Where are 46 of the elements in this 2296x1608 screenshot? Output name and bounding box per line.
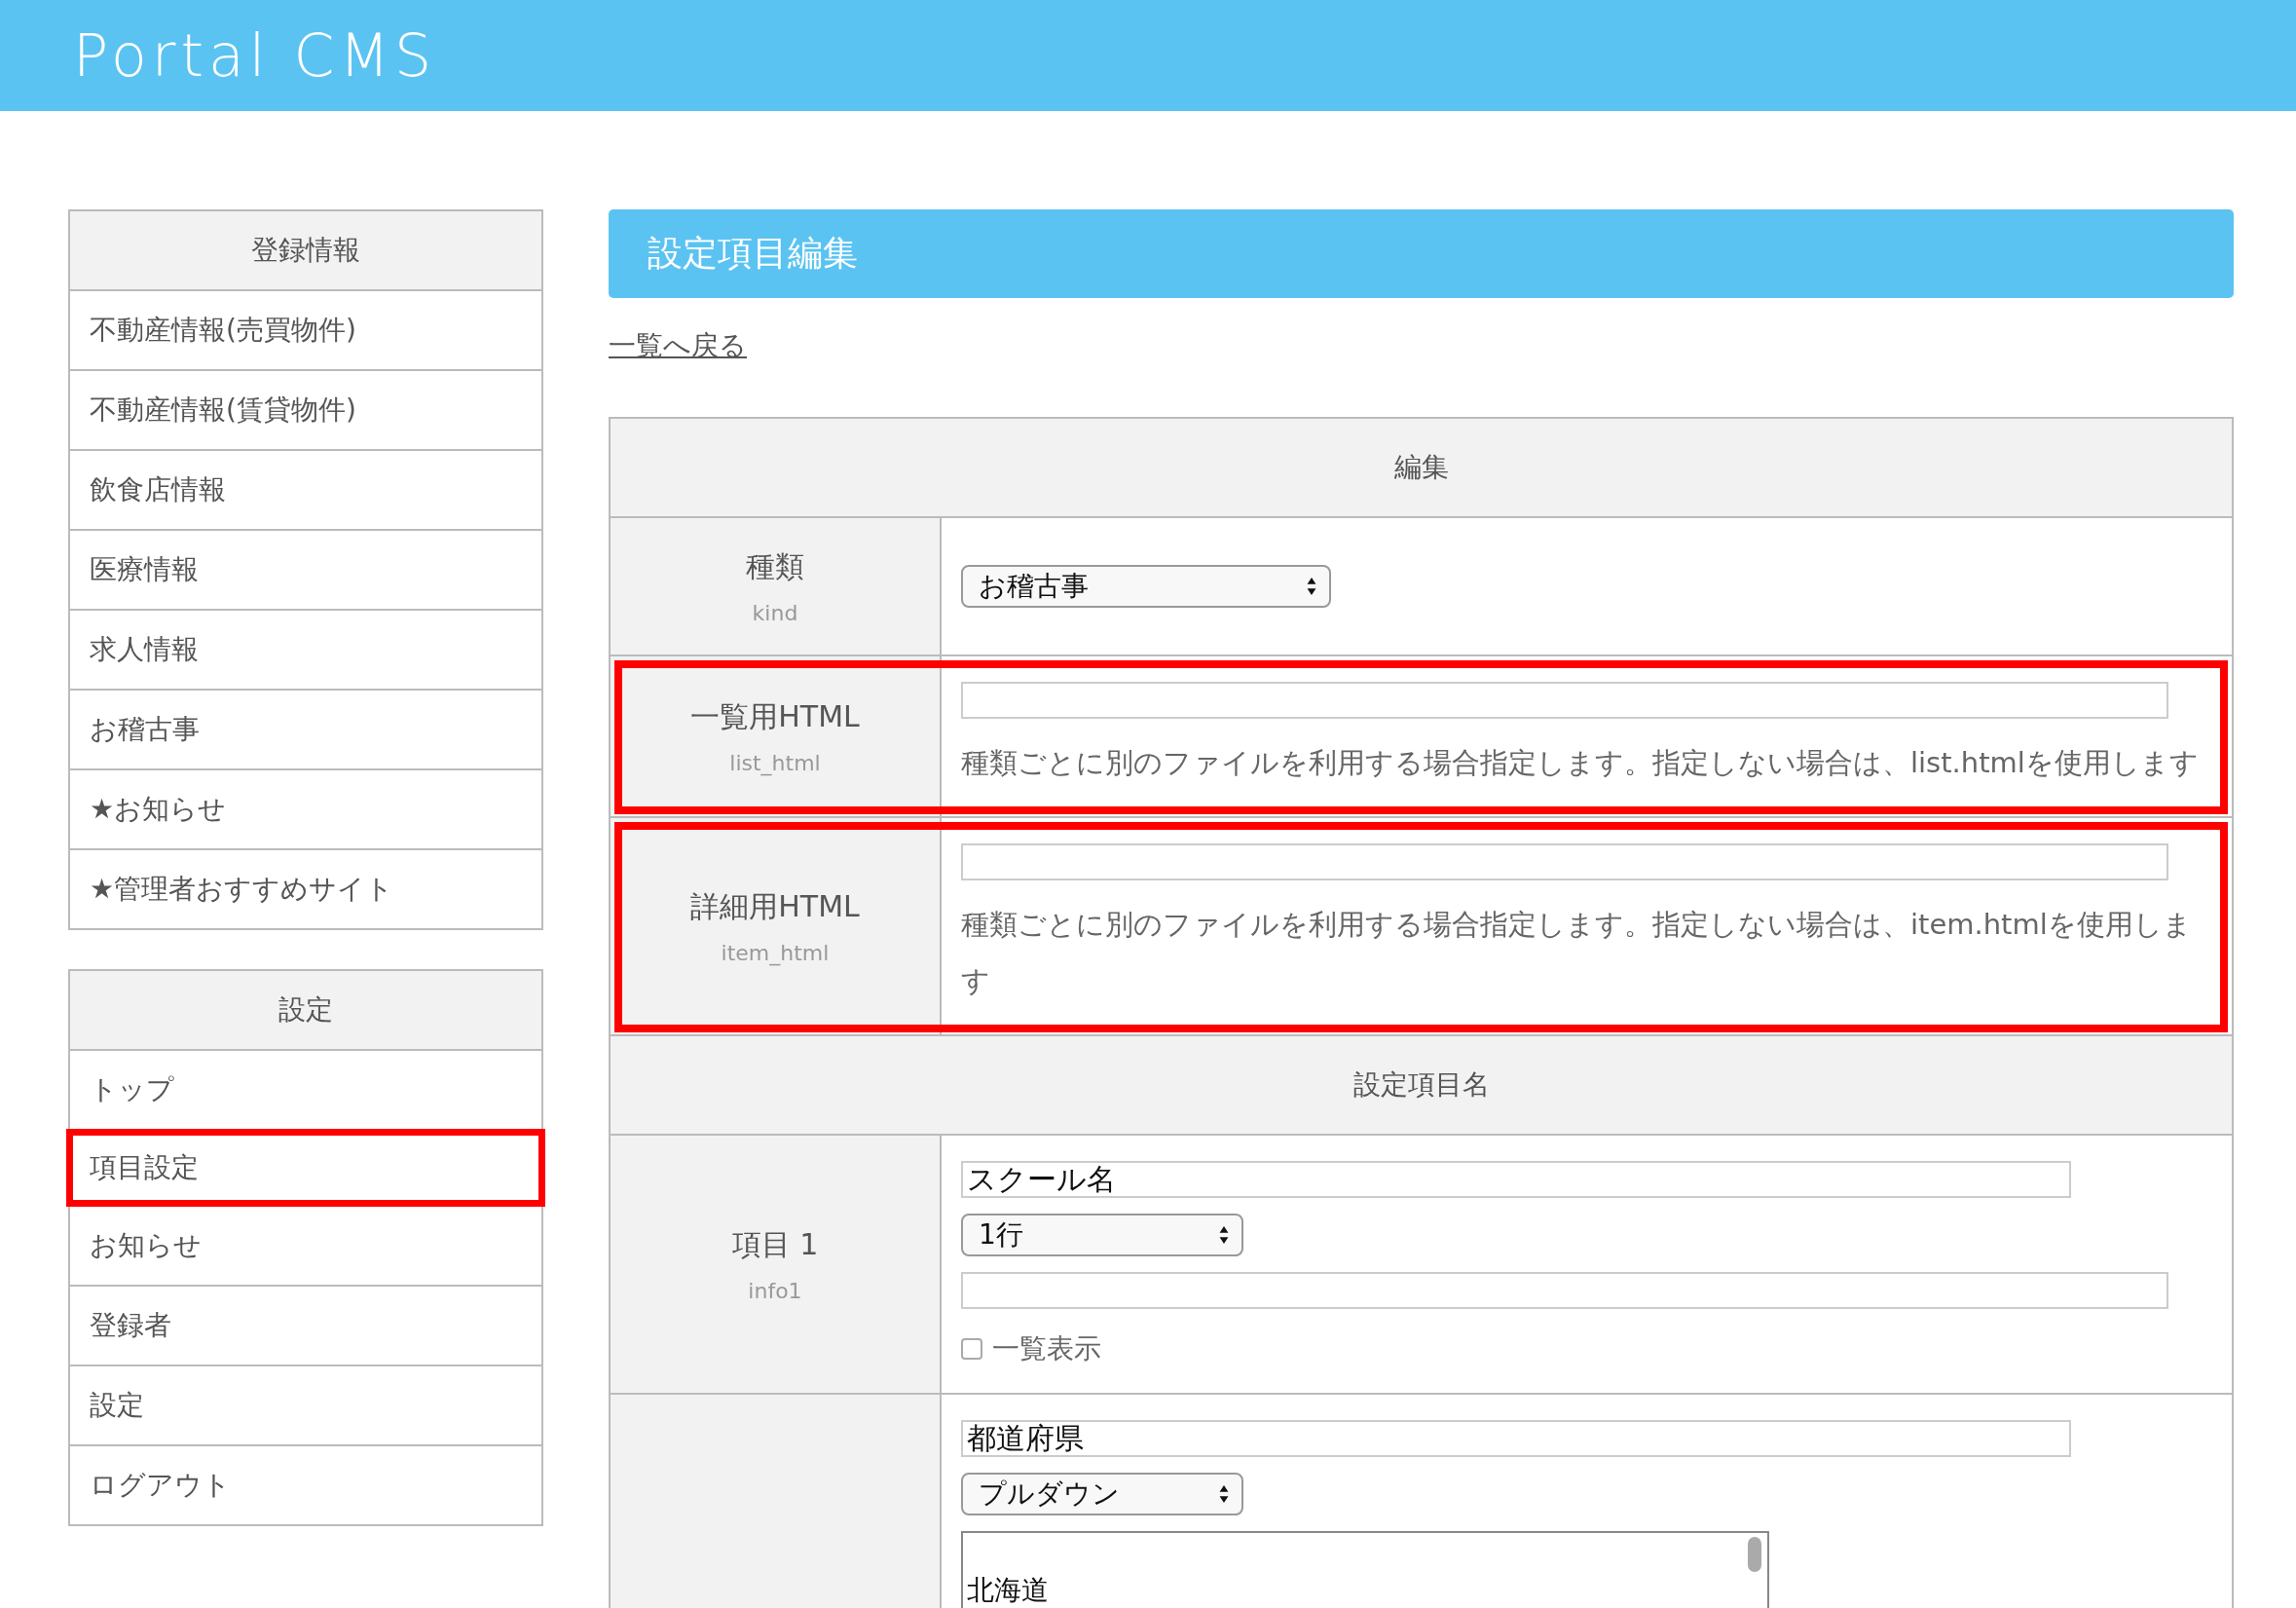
back-link[interactable]: 一覧へ戻る: [609, 327, 747, 364]
section-heading: 編集: [611, 419, 2232, 518]
field-label: 種類: [746, 548, 804, 585]
sidebar-item[interactable]: 登録者: [70, 1285, 541, 1365]
field-label: 一覧用HTML: [690, 698, 860, 735]
checkbox-label[interactable]: 一覧表示: [992, 1330, 1101, 1367]
sidebar-item[interactable]: お稽古事: [70, 689, 541, 768]
help-text: 種類ごとに別のファイルを利用する場合指定します。指定しない場合は、item.htmlを使用します: [961, 907, 2193, 999]
scrollbar-thumb[interactable]: [1748, 1537, 1761, 1572]
panel-heading: 登録情報: [70, 211, 541, 289]
sidebar-item[interactable]: トップ: [70, 1049, 541, 1129]
page-title: 設定項目編集: [609, 209, 2234, 298]
sidebar-item[interactable]: お知らせ: [70, 1207, 541, 1285]
panel-heading: 設定: [70, 971, 541, 1049]
dropdown[interactable]: お稽古事: [961, 565, 1331, 608]
caret-icon: [1218, 1225, 1230, 1245]
sidebar-item[interactable]: 不動産情報(賃貸物件): [70, 369, 541, 449]
sidebar-item[interactable]: ★管理者おすすめサイト: [70, 848, 541, 928]
sidebar-item[interactable]: 飲食店情報: [70, 449, 541, 529]
dropdown[interactable]: 1行: [961, 1214, 1243, 1256]
field-label: 詳細用HTML: [690, 888, 860, 925]
help-text: 種類ごとに別のファイルを利用する場合指定します。指定しない場合は、list.htmlを使用します: [961, 745, 2199, 781]
sidebar-item[interactable]: 医療情報: [70, 529, 541, 609]
dropdown[interactable]: プルダウン: [961, 1473, 1243, 1515]
input-field[interactable]: [961, 682, 2168, 719]
app-title: Portal CMS: [73, 21, 437, 90]
caret-icon: [1306, 577, 1317, 596]
field-key: kind: [752, 601, 798, 625]
input-field[interactable]: スクール名: [961, 1161, 2071, 1198]
caret-icon: [1218, 1484, 1230, 1504]
sidebar-item[interactable]: 不動産情報(売買物件): [70, 289, 541, 369]
input-field[interactable]: 都道府県: [961, 1420, 2071, 1457]
section-heading: 設定項目名: [611, 1036, 2232, 1136]
field-key: list_html: [729, 751, 821, 775]
checkbox[interactable]: [961, 1338, 982, 1360]
text-area[interactable]: 北海道: [961, 1531, 1769, 1608]
field-label: 項目 1: [731, 1226, 819, 1263]
input-field[interactable]: [961, 1272, 2168, 1309]
sidebar-item[interactable]: 項目設定: [66, 1129, 545, 1207]
sidebar-item[interactable]: 求人情報: [70, 609, 541, 689]
input-field[interactable]: [961, 843, 2168, 880]
sidebar-item[interactable]: ログアウト: [70, 1444, 541, 1524]
sidebar-item[interactable]: 設定: [70, 1365, 541, 1444]
sidebar-item[interactable]: ★お知らせ: [70, 768, 541, 848]
field-key: item_html: [721, 941, 830, 965]
field-key: info1: [748, 1279, 802, 1303]
